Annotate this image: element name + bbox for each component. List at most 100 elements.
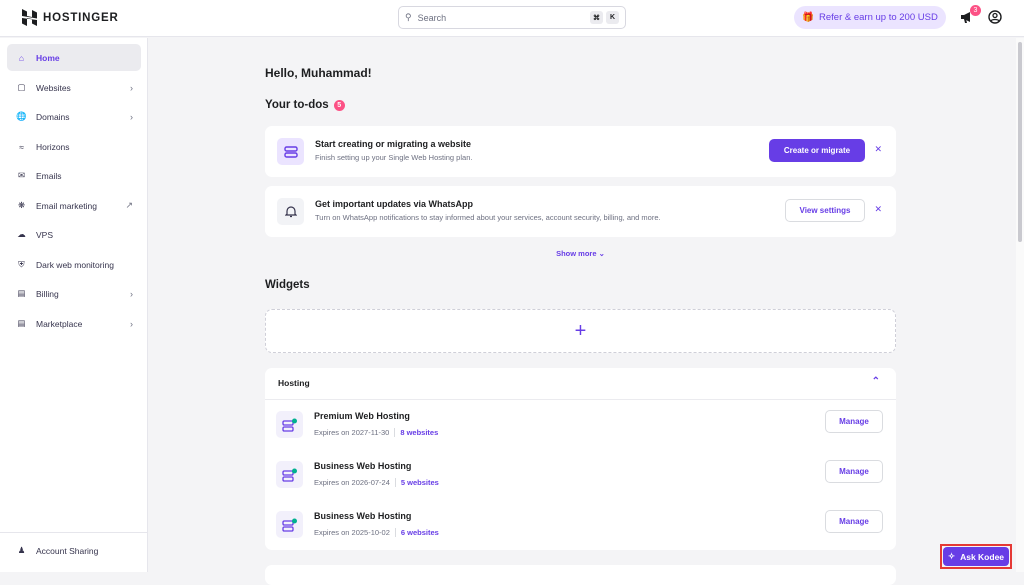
chevron-right-icon: ›: [130, 82, 133, 93]
hosting-title: Hosting: [278, 378, 310, 388]
brand-name: HOSTINGER: [43, 11, 119, 24]
chevron-right-icon: ›: [130, 318, 133, 329]
sidebar-item-label: Billing: [36, 288, 59, 299]
bell-icon: [277, 198, 304, 225]
close-icon[interactable]: ✕: [874, 204, 882, 215]
search-input[interactable]: ⚲ Search ⌘ K: [398, 6, 626, 29]
hosting-server-icon: [276, 511, 303, 538]
sparkle-icon: ❋: [17, 200, 26, 210]
sidebar-item-email-marketing[interactable]: ❋ Email marketing ↗: [7, 192, 141, 219]
search-icon: ⚲: [405, 12, 412, 22]
todos-title: Your to-dos: [265, 99, 329, 111]
plan-name: Business Web Hosting: [314, 461, 412, 471]
next-widget-card: [265, 565, 896, 585]
todos-count-badge: 5: [333, 99, 345, 111]
plan-name: Premium Web Hosting: [314, 411, 410, 421]
home-icon: ⌂: [18, 52, 25, 63]
sidebar-item-marketplace[interactable]: ▤ Marketplace ›: [7, 310, 141, 337]
shield-icon: ⛨: [18, 259, 25, 269]
sidebar-item-label: Marketplace: [36, 318, 83, 329]
expiry-date: Expires on 2027-11-30: [314, 428, 390, 437]
expiry-date: Expires on 2026-07-24: [314, 478, 390, 487]
mail-icon: ✉: [17, 170, 26, 180]
notification-badge: 3: [970, 5, 981, 16]
websites-link[interactable]: 6 websites: [394, 528, 439, 537]
sidebar-item-websites[interactable]: ▢ Websites ›: [7, 74, 141, 101]
hosting-row: Business Web Hosting Expires on 2026-07-…: [265, 450, 896, 500]
show-more-label: Show more: [556, 249, 597, 258]
globe-icon: 🌐: [16, 111, 27, 121]
scrollbar-thumb[interactable]: [1018, 42, 1022, 242]
search-placeholder: Search: [417, 12, 447, 23]
sidebar-item-label: Dark web monitoring: [36, 259, 114, 270]
todos-heading: Your to-dos 5: [265, 99, 345, 111]
store-icon: ▤: [17, 318, 26, 328]
websites-link[interactable]: 5 websites: [394, 478, 439, 487]
credit-card-icon: ▤: [17, 288, 26, 298]
add-widget-button[interactable]: +: [265, 309, 896, 353]
chevron-right-icon: ›: [130, 111, 133, 122]
ask-kodee-button[interactable]: ✧ Ask Kodee: [940, 544, 1012, 569]
sidebar-item-account-sharing[interactable]: ♟ Account Sharing: [7, 537, 141, 564]
sidebar-item-home[interactable]: ⌂ Home: [7, 44, 141, 71]
sidebar-item-vps[interactable]: ☁ VPS: [7, 221, 141, 248]
server-icon: [277, 138, 304, 165]
sidebar-item-label: VPS: [36, 229, 54, 240]
sidebar-item-label: Websites: [36, 82, 71, 93]
hosting-server-icon: [276, 461, 303, 488]
sidebar-divider: [0, 532, 148, 533]
todo-subtitle: Finish setting up your Single Web Hostin…: [315, 153, 473, 162]
sidebar-item-label: Email marketing: [36, 200, 97, 211]
hostinger-logo[interactable]: HOSTINGER: [22, 9, 119, 26]
view-settings-button[interactable]: View settings: [785, 199, 865, 222]
sidebar-item-label: Account Sharing: [36, 545, 99, 556]
expiry-date: Expires on 2025-10-02: [314, 528, 390, 537]
gift-icon: 🎁: [802, 12, 814, 23]
create-or-migrate-button[interactable]: Create or migrate: [769, 139, 865, 162]
browser-icon: ▢: [17, 82, 26, 92]
refer-label: Refer & earn up to 200 USD: [819, 12, 938, 23]
show-more-link[interactable]: Show more ⌄: [265, 249, 896, 258]
account-icon[interactable]: [988, 10, 1002, 24]
scrollbar[interactable]: [1016, 38, 1024, 572]
todo-title: Start creating or migrating a website: [315, 139, 472, 149]
todo-card: Start creating or migrating a website Fi…: [265, 126, 896, 177]
cloud-server-icon: ☁: [17, 229, 26, 239]
manage-button[interactable]: Manage: [825, 410, 883, 433]
hosting-header[interactable]: Hosting ⌃: [265, 368, 896, 400]
sidebar-item-label: Domains: [36, 111, 70, 122]
top-header: HOSTINGER ⚲ Search ⌘ K 🎁 Refer & earn up …: [0, 0, 1024, 37]
manage-button[interactable]: Manage: [825, 460, 883, 483]
sidebar-item-emails[interactable]: ✉ Emails: [7, 162, 141, 189]
sidebar-item-billing[interactable]: ▤ Billing ›: [7, 280, 141, 307]
users-icon: ♟: [17, 545, 26, 555]
websites-link[interactable]: 8 websites: [394, 428, 438, 437]
external-link-icon: ↗: [125, 200, 133, 210]
chevron-right-icon: ›: [130, 288, 133, 299]
plan-meta: Expires on 2027-11-30 8 websites: [314, 428, 438, 437]
todo-subtitle: Turn on WhatsApp notifications to stay i…: [315, 213, 661, 222]
refer-earn-button[interactable]: 🎁 Refer & earn up to 200 USD: [794, 6, 946, 29]
k-key: K: [606, 11, 619, 24]
sidebar-item-horizons[interactable]: ≈ Horizons: [7, 133, 141, 160]
todo-card: Get important updates via WhatsApp Turn …: [265, 186, 896, 237]
chevron-up-icon[interactable]: ⌃: [872, 376, 880, 387]
todo-title: Get important updates via WhatsApp: [315, 199, 474, 209]
sidebar-item-label: Emails: [36, 170, 62, 181]
sidebar-item-label: Horizons: [36, 141, 70, 152]
sidebar-item-domains[interactable]: 🌐 Domains ›: [7, 103, 141, 130]
plan-meta: Expires on 2026-07-24 5 websites: [314, 478, 439, 487]
plan-meta: Expires on 2025-10-02 6 websites: [314, 528, 439, 537]
manage-button[interactable]: Manage: [825, 510, 883, 533]
hostinger-logo-icon: [22, 9, 37, 26]
hosting-row: Premium Web Hosting Expires on 2027-11-3…: [265, 400, 896, 450]
sidebar-item-label: Home: [36, 52, 60, 63]
horizons-icon: ≈: [19, 141, 24, 152]
hosting-widget: Hosting ⌃ Premium Web Hosting Expires on …: [265, 368, 896, 550]
ask-kodee-label: Ask Kodee: [960, 551, 1005, 562]
sidebar-item-dark-web-monitoring[interactable]: ⛨ Dark web monitoring: [7, 251, 141, 278]
close-icon[interactable]: ✕: [874, 144, 882, 155]
plan-name: Business Web Hosting: [314, 511, 412, 521]
search-shortcut: ⌘ K: [590, 11, 619, 24]
hosting-row: Business Web Hosting Expires on 2025-10-…: [265, 500, 896, 550]
